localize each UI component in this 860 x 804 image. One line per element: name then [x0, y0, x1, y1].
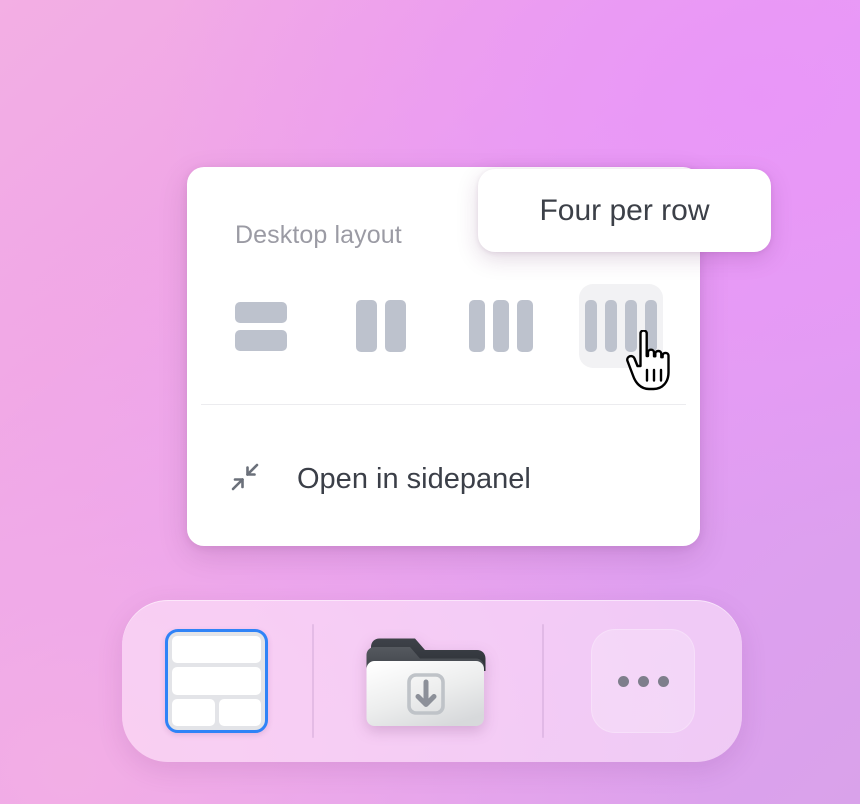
divider: [201, 404, 686, 405]
layout-option-one-per-row[interactable]: [219, 284, 303, 368]
four-columns-icon: [585, 300, 657, 352]
thumb-cell-middle: [172, 667, 262, 695]
rows-stacked-icon: [235, 301, 287, 351]
dock: [122, 600, 742, 762]
layout-option-two-per-row[interactable]: [339, 284, 423, 368]
ellipsis-dot-2: [637, 675, 649, 687]
page-title: Desktop layout: [235, 221, 402, 249]
ellipsis-dot-3: [657, 675, 669, 687]
dock-item-layout-thumbnail[interactable]: [165, 629, 269, 733]
dock-item-downloads-folder[interactable]: [363, 625, 493, 737]
thumb-cell-bottom-right: [218, 698, 262, 726]
thumb-bottom-row: [172, 698, 262, 726]
open-in-sidepanel-label: Open in sidepanel: [297, 462, 531, 495]
dock-item-more-options[interactable]: [591, 629, 696, 733]
tooltip-label: Four per row: [539, 193, 710, 227]
ellipsis-dot-1: [617, 675, 629, 687]
thumb-cell-top: [172, 636, 262, 664]
thumb-cell-bottom-left: [172, 698, 215, 726]
collapse-arrows-icon: [231, 463, 259, 491]
tooltip: Four per row: [478, 169, 771, 252]
two-columns-icon: [356, 300, 406, 352]
layout-option-three-per-row[interactable]: [459, 284, 543, 368]
dock-slot-folder: [314, 600, 543, 762]
dock-slot-layout: [122, 600, 312, 762]
open-in-sidepanel-button[interactable]: Open in sidepanel: [207, 431, 680, 527]
layout-options-group: [219, 284, 668, 368]
folder-download-icon: [366, 638, 486, 726]
dock-slot-more: [544, 600, 742, 762]
layout-option-four-per-row[interactable]: [579, 284, 663, 368]
three-columns-icon: [469, 300, 533, 352]
